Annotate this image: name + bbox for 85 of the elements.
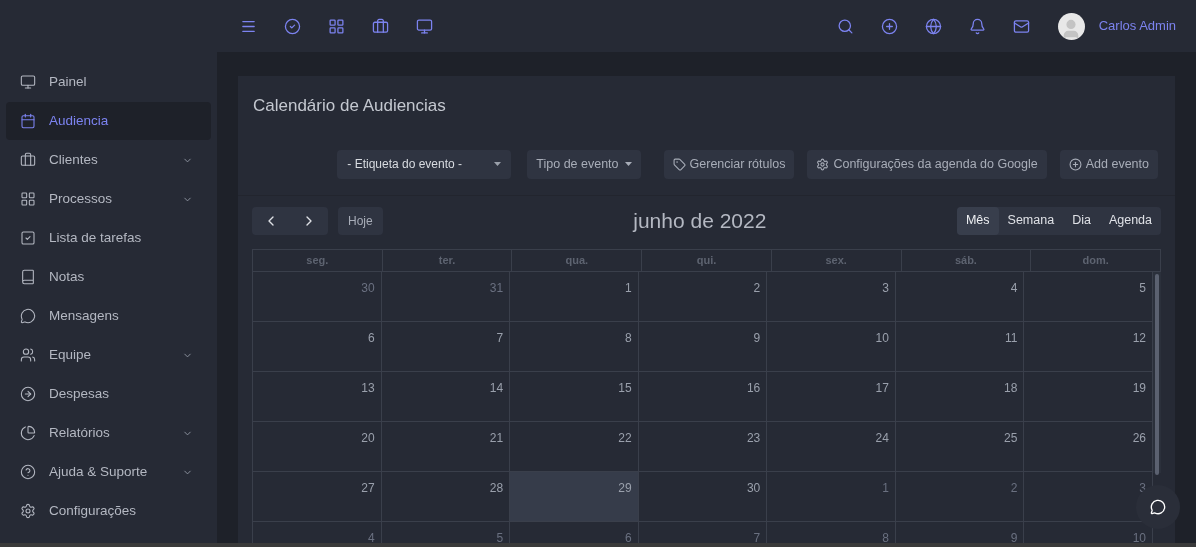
sidebar-item[interactable]: Audiencia [6, 102, 211, 140]
weekday-header: seg. [253, 249, 383, 272]
caret-icon [494, 162, 502, 166]
weekday-header: dom. [1031, 249, 1161, 272]
day-cell[interactable]: 10 [767, 321, 896, 372]
view-tab[interactable]: Semana [998, 206, 1064, 235]
day-cell[interactable]: 1 [510, 271, 639, 322]
day-cell[interactable]: 27 [253, 471, 382, 522]
day-cell[interactable]: 22 [510, 421, 639, 472]
day-cell[interactable]: 2 [895, 471, 1025, 522]
grid-icon [20, 191, 36, 207]
today-button[interactable]: Hoje [338, 206, 383, 235]
sidebar-item[interactable]: Ajuda & Suporte [6, 453, 211, 491]
weekday-header: ter. [382, 249, 513, 272]
day-cell[interactable]: 15 [510, 371, 639, 422]
help-icon [20, 464, 36, 480]
action-button[interactable]: Configurações da agenda do Google [807, 149, 1047, 179]
weekday-header: sáb. [901, 249, 1032, 272]
page-title: Calendário de Audiencias [252, 95, 447, 117]
day-cell[interactable]: 14 [381, 371, 511, 422]
day-cell[interactable]: 7 [381, 321, 511, 372]
chat-icon [20, 308, 36, 324]
view-tab[interactable]: Dia [1063, 206, 1100, 235]
day-cell[interactable]: 12 [1024, 321, 1153, 372]
chat-icon [1150, 499, 1166, 515]
day-cell[interactable]: 30 [253, 271, 382, 322]
sidebar-item[interactable]: Despesas [6, 375, 211, 413]
day-cell[interactable]: 19 [1024, 371, 1153, 422]
users-icon [20, 347, 36, 363]
weekday-header: sex. [771, 249, 902, 272]
monitor-icon [20, 74, 36, 90]
user-name[interactable]: Carlos Admin [1098, 16, 1176, 36]
briefcase-icon [20, 152, 36, 168]
day-cell[interactable]: 25 [895, 421, 1025, 472]
tag-icon [672, 157, 686, 171]
day-cell[interactable]: 23 [638, 421, 768, 472]
sidebar-item[interactable]: Notas [6, 258, 211, 296]
month-title: junho de 2022 [631, 207, 768, 234]
sidebar-item[interactable]: Processos [6, 180, 211, 218]
calendar-icon [20, 113, 36, 129]
settings-icon [20, 503, 36, 519]
day-cell[interactable]: 30 [638, 471, 768, 522]
sidebar-item[interactable]: Configurações [6, 492, 211, 530]
day-cell[interactable]: 8 [510, 321, 639, 372]
pie-chart-icon [20, 425, 36, 441]
day-cell[interactable]: 4 [895, 271, 1025, 322]
arrow-circle-icon [20, 386, 36, 402]
sidebar-item[interactable]: Clientes [6, 141, 211, 179]
day-cell[interactable]: 1 [767, 471, 896, 522]
day-cell[interactable]: 26 [1024, 421, 1153, 472]
plus-circle-icon [1068, 157, 1082, 171]
sidebar-item[interactable]: Equipe [6, 336, 211, 374]
day-cell[interactable]: 24 [767, 421, 896, 472]
day-cell[interactable]: 16 [638, 371, 768, 422]
dropdown-button[interactable]: Tipo de evento [527, 149, 641, 179]
day-cell[interactable]: 9 [638, 321, 768, 372]
gear-icon [816, 157, 830, 171]
day-cell[interactable]: 2 [638, 271, 768, 322]
day-cell[interactable]: 6 [253, 321, 382, 372]
day-cell[interactable]: 11 [895, 321, 1025, 372]
book-icon [20, 269, 36, 285]
weekday-header: qua. [512, 249, 643, 272]
day-cell[interactable]: 31 [381, 271, 511, 322]
day-cell[interactable]: 18 [895, 371, 1025, 422]
view-tab[interactable]: Mês [956, 206, 999, 235]
scrollbar[interactable] [1153, 271, 1161, 473]
select-field[interactable]: - Etiqueta do evento - [337, 149, 512, 179]
sidebar-item[interactable]: Lista de tarefas [6, 219, 211, 257]
day-cell[interactable]: 21 [381, 421, 511, 472]
action-button[interactable]: Gerenciar rótulos [663, 149, 795, 179]
day-cell[interactable]: 5 [1024, 271, 1153, 322]
avatar[interactable] [1057, 12, 1085, 40]
action-button[interactable]: Add evento [1059, 149, 1158, 179]
caret-icon [624, 162, 632, 166]
sidebar-item[interactable]: Relatórios [6, 414, 211, 452]
sidebar-item[interactable]: Mensagens [6, 297, 211, 335]
checkbox-icon [20, 230, 36, 246]
day-cell[interactable]: 17 [767, 371, 896, 422]
sidebar-item[interactable]: Painel [6, 63, 211, 101]
weekday-header: qui. [642, 249, 772, 272]
day-cell[interactable]: 20 [253, 421, 382, 472]
day-cell[interactable]: 29 [510, 471, 639, 522]
day-cell[interactable]: 3 [767, 271, 896, 322]
view-tab[interactable]: Agenda [1099, 206, 1161, 235]
day-cell[interactable]: 13 [253, 371, 382, 422]
